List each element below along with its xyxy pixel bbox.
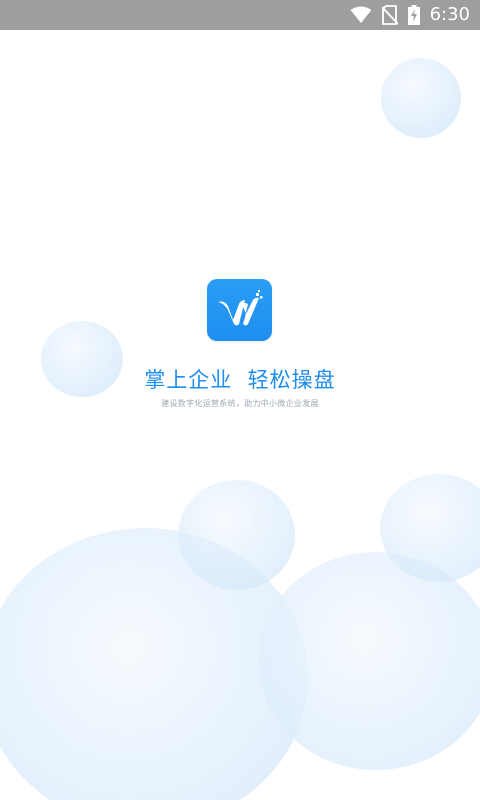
slogan-subtitle: 建设数字化运营系统，助力中小微企业发展 — [161, 399, 319, 408]
battery-charging-icon — [407, 5, 420, 25]
splash-screen: 6:30 掌上企业 轻松操盘 建设数字化运营系统，助力中小微企业发展 — [0, 0, 480, 800]
no-sim-icon — [381, 5, 398, 25]
decorative-bubble — [178, 480, 295, 590]
status-bar: 6:30 — [0, 0, 480, 30]
decorative-bubble — [381, 58, 461, 138]
decorative-bubble — [258, 552, 480, 770]
status-time: 6:30 — [429, 4, 470, 25]
wifi-icon — [350, 6, 372, 24]
app-logo-icon — [207, 279, 272, 341]
status-icons: 6:30 — [350, 0, 470, 30]
slogan-title: 掌上企业 轻松操盘 — [144, 368, 336, 392]
